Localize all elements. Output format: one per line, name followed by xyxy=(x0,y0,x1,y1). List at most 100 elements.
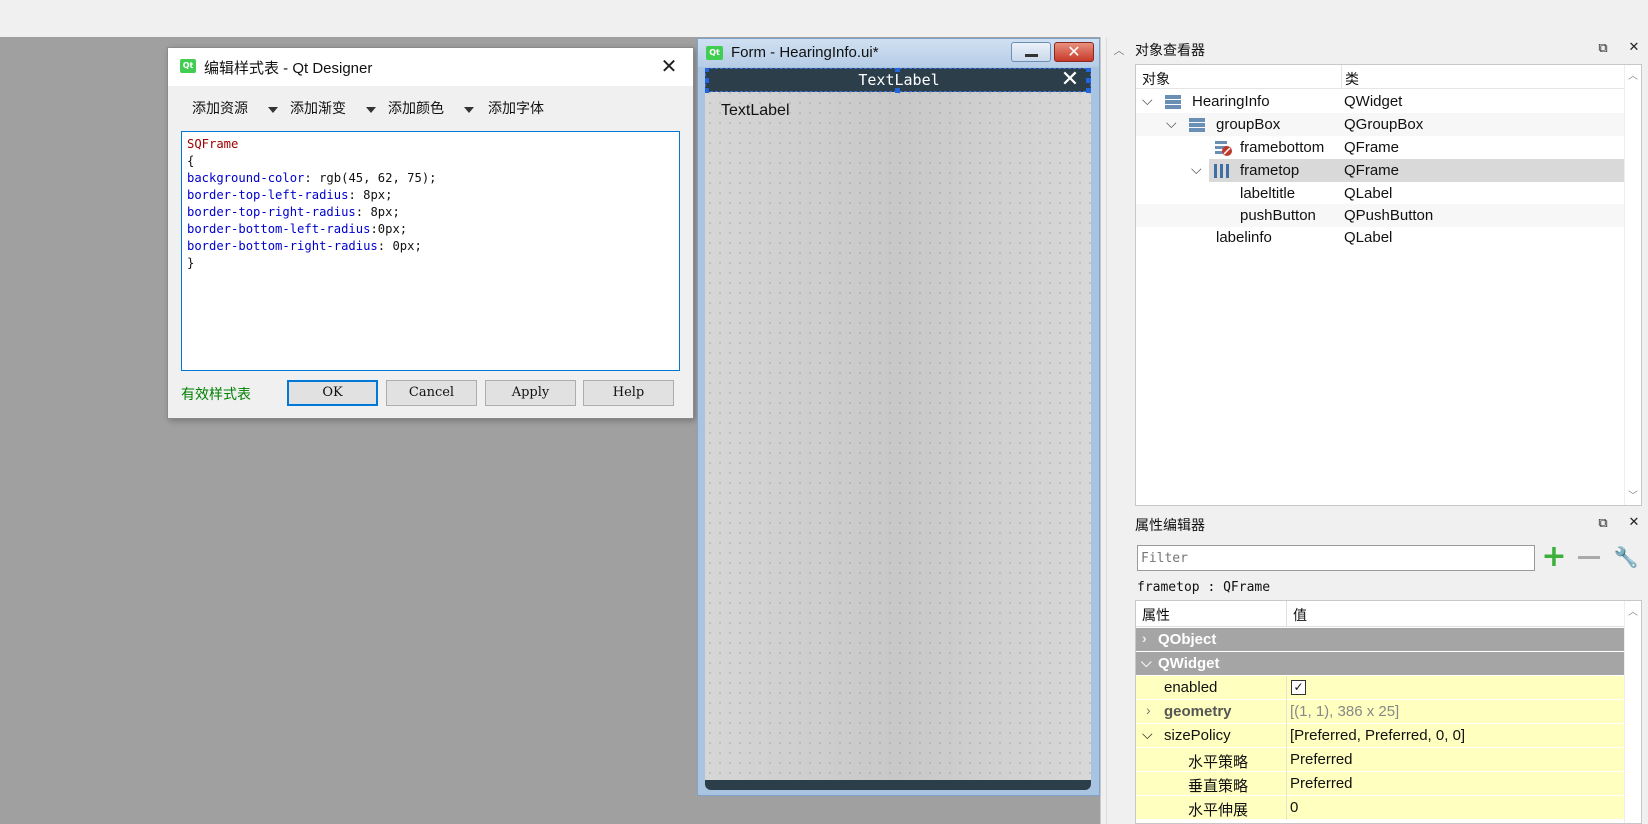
add-color-dropdown-icon[interactable] xyxy=(464,107,474,113)
chevron-down-icon[interactable]: ⌵ xyxy=(1166,115,1177,132)
tree-row-name: labeltitle xyxy=(1240,185,1296,202)
tree-row-labelinfo[interactable]: labelinfo QLabel xyxy=(1136,226,1624,249)
property-value[interactable]: Preferred xyxy=(1290,775,1353,792)
selection-handle[interactable] xyxy=(1086,78,1091,83)
remove-property-icon[interactable] xyxy=(1578,556,1600,559)
add-gradient-button[interactable]: 添加渐变 xyxy=(290,98,346,120)
property-row-enabled[interactable]: enabled ✓ xyxy=(1136,676,1624,700)
property-filter-input[interactable] xyxy=(1137,545,1535,571)
mdi-scrollbar[interactable] xyxy=(1106,37,1130,824)
tree-row-frametop[interactable]: ⌵ frametop QFrame xyxy=(1191,159,1624,182)
css-sep: : xyxy=(304,171,320,185)
labelinfo-text[interactable]: TextLabel xyxy=(721,102,790,120)
tree-row-groupbox[interactable]: ⌵ groupBox QGroupBox xyxy=(1136,113,1624,136)
object-inspector-scrollbar[interactable]: ︿ ﹀ xyxy=(1624,65,1641,505)
dialog-titlebar: Qt 编辑样式表 - Qt Designer ✕ xyxy=(168,48,693,86)
scroll-up-icon[interactable]: ︿ xyxy=(1627,67,1639,82)
property-value[interactable]: [Preferred, Preferred, 0, 0] xyxy=(1290,727,1465,744)
close-icon[interactable]: ✕ xyxy=(1058,69,1082,91)
close-icon[interactable]: ✕ xyxy=(1626,40,1642,55)
property-group-qobject[interactable]: › QObject xyxy=(1136,628,1624,652)
property-value[interactable]: [(1, 1), 386 x 25] xyxy=(1290,703,1399,720)
column-divider[interactable] xyxy=(1286,601,1287,627)
selection-handle[interactable] xyxy=(895,68,900,72)
add-font-label: 添加字体 xyxy=(488,101,544,117)
chevron-right-icon[interactable]: › xyxy=(1146,702,1151,718)
property-row-horizontal-policy[interactable]: 水平策略 Preferred xyxy=(1136,748,1624,772)
tree-row-class: QWidget xyxy=(1344,93,1403,110)
property-row-horizontal-stretch[interactable]: 水平伸展 0 xyxy=(1136,796,1624,820)
window-top-strip xyxy=(0,0,1648,37)
scroll-up-icon[interactable]: ︿ xyxy=(1112,44,1126,58)
form-titlebar: Qt Form - HearingInfo.ui* ✕ xyxy=(698,39,1099,67)
css-prop-value: 0px; xyxy=(392,239,422,253)
property-row-sizepolicy[interactable]: ⌵ sizePolicy [Preferred, Preferred, 0, 0… xyxy=(1136,724,1624,748)
tree-row-framebottom[interactable]: framebottom QFrame xyxy=(1136,136,1624,159)
dialog-title: 编辑样式表 - Qt Designer xyxy=(204,60,373,77)
wrench-icon[interactable]: 🔧 xyxy=(1612,545,1640,573)
property-group-qwidget[interactable]: ⌵ QWidget xyxy=(1136,652,1624,676)
float-icon[interactable]: ⧉ xyxy=(1595,516,1611,531)
property-name: 垂直策略 xyxy=(1188,778,1249,795)
selection-handle[interactable] xyxy=(1086,88,1091,93)
add-dynamic-property-icon[interactable]: + xyxy=(1541,542,1567,572)
property-value[interactable]: 0 xyxy=(1290,799,1298,816)
scroll-up-icon[interactable]: ︿ xyxy=(1627,603,1639,618)
framebottom-widget[interactable] xyxy=(705,780,1091,790)
tree-row-class: QLabel xyxy=(1344,229,1393,246)
add-resource-dropdown-icon[interactable] xyxy=(268,107,278,113)
chevron-down-icon[interactable]: ⌵ xyxy=(1191,161,1202,178)
close-icon[interactable]: ✕ xyxy=(1626,515,1642,530)
object-inspector-header: 对象 类 xyxy=(1136,65,1624,89)
css-close-brace: } xyxy=(187,256,195,270)
tree-row-labeltitle[interactable]: labeltitle QLabel xyxy=(1136,182,1624,205)
cell-divider xyxy=(1286,772,1287,796)
property-group-name: QObject xyxy=(1158,631,1217,648)
tree-row-hearinginfo[interactable]: ⌵ HearingInfo QWidget xyxy=(1136,90,1624,113)
property-column-header[interactable]: 属性 xyxy=(1142,605,1170,625)
ok-button[interactable]: OK xyxy=(287,380,378,406)
column-divider[interactable] xyxy=(1341,65,1342,89)
cancel-button[interactable]: Cancel xyxy=(386,380,477,406)
selection-handle[interactable] xyxy=(705,68,709,72)
css-prop-value: 8px; xyxy=(363,188,393,202)
scroll-down-icon[interactable]: ﹀ xyxy=(1627,487,1639,502)
object-column-header[interactable]: 对象 xyxy=(1142,69,1170,89)
cell-divider xyxy=(1286,796,1287,820)
tree-row-pushbutton[interactable]: pushButton QPushButton xyxy=(1136,204,1624,227)
chevron-down-icon[interactable]: ⌵ xyxy=(1142,92,1153,109)
property-row-geometry[interactable]: › geometry [(1, 1), 386 x 25] xyxy=(1136,700,1624,724)
selection-handle[interactable] xyxy=(1086,68,1091,72)
float-icon[interactable]: ⧉ xyxy=(1595,41,1611,56)
add-gradient-dropdown-icon[interactable] xyxy=(366,107,376,113)
stylesheet-editor[interactable]: SQFrame { background-color: rgb(45, 62, … xyxy=(181,131,680,371)
chevron-down-icon[interactable]: ⌵ xyxy=(1141,654,1152,671)
value-column-header[interactable]: 值 xyxy=(1293,605,1307,625)
add-resource-button[interactable]: 添加资源 xyxy=(192,98,248,120)
selection-handle[interactable] xyxy=(705,78,709,83)
chevron-down-icon[interactable]: ⌵ xyxy=(1142,726,1153,743)
object-inspector-title: 对象查看器 xyxy=(1135,43,1205,59)
form-canvas[interactable]: TextLabel ✕ TextLabel xyxy=(705,68,1091,790)
property-value[interactable]: Preferred xyxy=(1290,751,1353,768)
css-sep: : xyxy=(370,222,378,236)
css-open-brace: { xyxy=(187,154,195,168)
minimize-icon[interactable] xyxy=(1011,42,1051,62)
add-color-button[interactable]: 添加颜色 xyxy=(388,98,444,120)
property-table-scrollbar[interactable]: ︿ xyxy=(1624,601,1641,823)
help-button[interactable]: Help xyxy=(583,380,674,406)
add-font-button[interactable]: 添加字体 xyxy=(488,98,544,120)
property-name: sizePolicy xyxy=(1164,727,1231,744)
chevron-right-icon[interactable]: › xyxy=(1142,630,1147,646)
property-row-vertical-policy[interactable]: 垂直策略 Preferred xyxy=(1136,772,1624,796)
apply-button[interactable]: Apply xyxy=(485,380,576,406)
selection-handle[interactable] xyxy=(895,88,900,93)
enabled-checkbox[interactable]: ✓ xyxy=(1291,680,1306,695)
tree-row-name: groupBox xyxy=(1216,116,1281,133)
close-icon[interactable]: ✕ xyxy=(656,54,682,78)
class-column-header[interactable]: 类 xyxy=(1345,69,1359,89)
close-icon[interactable]: ✕ xyxy=(1054,42,1094,62)
form-title: Form - HearingInfo.ui* xyxy=(731,44,879,61)
property-name: geometry xyxy=(1164,703,1232,720)
selection-handle[interactable] xyxy=(705,88,709,93)
